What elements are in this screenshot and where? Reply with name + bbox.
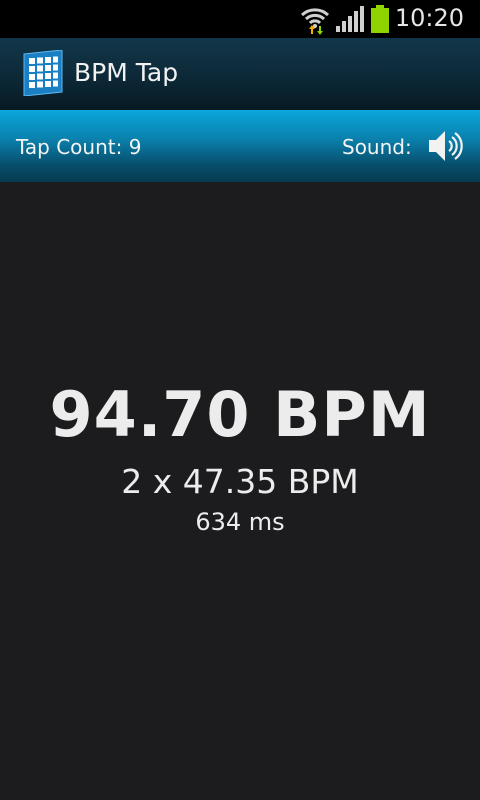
status-bar: 10:20 — [0, 0, 480, 38]
tap-area[interactable]: 94.70 BPM 2 x 47.35 BPM 634 ms — [0, 182, 480, 800]
info-bar: Tap Count: 9 Sound: — [0, 110, 480, 182]
interval-value: 634 ms — [195, 508, 285, 536]
half-bpm-value: 2 x 47.35 BPM — [121, 462, 359, 501]
action-bar: BPM Tap — [0, 38, 480, 111]
speaker-icon[interactable] — [426, 128, 464, 164]
tap-count-label: Tap Count: 9 — [16, 135, 142, 159]
battery-icon — [371, 5, 389, 33]
sound-label: Sound: — [342, 135, 412, 159]
wifi-icon — [300, 8, 330, 35]
signal-icon — [336, 6, 364, 32]
grid-app-icon[interactable] — [22, 50, 64, 96]
status-clock: 10:20 — [394, 4, 464, 32]
app-title: BPM Tap — [74, 58, 179, 87]
bpm-value: 94.70 BPM — [49, 378, 431, 451]
